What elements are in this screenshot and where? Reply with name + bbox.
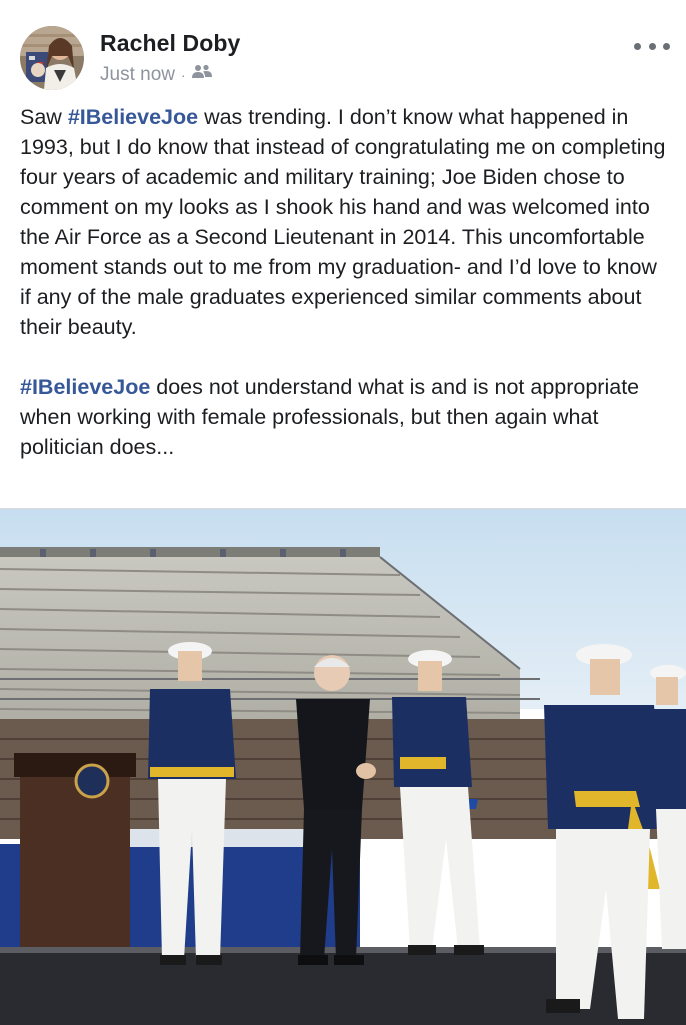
hashtag-link[interactable]: #IBelieveJoe bbox=[68, 105, 198, 129]
meta-separator: · bbox=[180, 67, 186, 83]
graduation-photo bbox=[0, 509, 686, 1025]
text-run: Saw bbox=[20, 105, 68, 129]
hashtag-link[interactable]: #IBelieveJoe bbox=[20, 375, 150, 399]
post-meta: Just now · bbox=[100, 64, 212, 86]
avatar[interactable] bbox=[20, 26, 84, 90]
more-options-icon[interactable] bbox=[634, 36, 670, 56]
post-paragraph: Saw #IBelieveJoe was trending. I don’t k… bbox=[20, 102, 670, 342]
post-header: Rachel Doby Just now · bbox=[18, 22, 670, 94]
text-run: was trending. I don’t know what happened… bbox=[20, 105, 666, 339]
timestamp[interactable]: Just now bbox=[100, 64, 175, 86]
post-body: Saw #IBelieveJoe was trending. I don’t k… bbox=[20, 102, 670, 462]
post-paragraph: #IBelieveJoe does not understand what is… bbox=[20, 372, 670, 462]
author-name[interactable]: Rachel Doby bbox=[100, 30, 240, 57]
post-photo[interactable] bbox=[0, 508, 686, 1025]
avatar-image bbox=[20, 26, 84, 90]
friends-icon[interactable] bbox=[191, 64, 212, 86]
